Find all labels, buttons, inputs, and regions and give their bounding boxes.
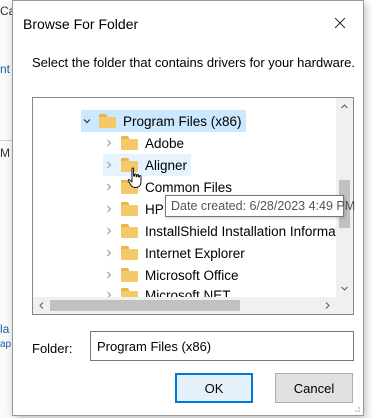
background-text-fragment: Ca <box>0 4 12 18</box>
tree-item-label: HP <box>145 201 164 217</box>
close-icon <box>334 17 346 29</box>
chevron-right-icon[interactable] <box>103 225 115 237</box>
folder-icon <box>99 114 116 128</box>
folder-icon <box>121 136 138 150</box>
background-text-fragment: nt <box>0 62 11 76</box>
folder-icon <box>121 224 138 238</box>
background-text-fragment: ap <box>0 339 12 350</box>
background-divider <box>0 140 12 141</box>
chevron-right-icon[interactable] <box>103 269 115 281</box>
tree-item-label: Adobe <box>145 135 185 151</box>
browse-for-folder-dialog: Browse For Folder Select the folder that… <box>12 0 364 416</box>
folder-label: Folder: <box>32 341 73 356</box>
chevron-right-icon[interactable] <box>103 137 115 149</box>
scroll-left-button[interactable] <box>33 297 50 314</box>
background-text-fragment: la <box>0 322 10 336</box>
close-button[interactable] <box>317 1 363 45</box>
chevron-right-icon[interactable] <box>103 247 115 259</box>
chevron-left-icon <box>39 302 44 309</box>
ok-button[interactable]: OK <box>175 373 253 403</box>
chevron-right-icon <box>325 302 330 309</box>
tree-item-adobe[interactable]: Adobe <box>103 132 184 154</box>
resize-grip-icon[interactable] <box>351 403 361 413</box>
scroll-up-button[interactable] <box>336 98 353 115</box>
title-bar[interactable]: Browse For Folder <box>13 1 363 45</box>
tree-item-internet-explorer[interactable]: Internet Explorer <box>103 242 245 264</box>
tree-item-installshield[interactable]: InstallShield Installation Informat <box>103 220 339 242</box>
chevron-down-icon[interactable] <box>81 115 93 127</box>
tree-item-hp[interactable]: HP <box>103 198 164 220</box>
chevron-right-icon[interactable] <box>103 181 115 193</box>
chevron-right-icon[interactable] <box>103 203 115 215</box>
tree-item-aligner[interactable]: Aligner <box>103 154 192 176</box>
background-window: Ca nt M la ap <box>0 0 12 418</box>
scrollbar-corner <box>336 297 353 314</box>
cancel-button[interactable]: Cancel <box>275 373 353 403</box>
chevron-up-icon <box>341 104 348 109</box>
date-created-tooltip: Date created: 6/28/2023 4:49 PM <box>165 195 355 217</box>
scroll-right-button[interactable] <box>319 297 336 314</box>
tree-item-program-files-x86[interactable]: Program Files (x86) <box>81 110 246 132</box>
chevron-right-icon[interactable] <box>103 159 115 171</box>
hand-pointer-icon <box>127 167 142 188</box>
dialog-title: Browse For Folder <box>23 16 139 32</box>
tree-item-label: Common Files <box>145 179 233 195</box>
scroll-down-button[interactable] <box>336 280 353 297</box>
tree-item-label: Program Files (x86) <box>123 113 242 129</box>
background-text-fragment: M <box>0 146 10 160</box>
tree-item-microsoft-office[interactable]: Microsoft Office <box>103 264 239 286</box>
tree-item-label: InstallShield Installation Informat <box>145 223 340 239</box>
folder-input[interactable] <box>90 331 354 361</box>
tree-item-label: Aligner <box>145 157 188 173</box>
chevron-down-icon <box>341 286 348 291</box>
folder-icon <box>121 202 138 216</box>
tree-item-label: Internet Explorer <box>145 245 245 261</box>
horizontal-scroll-thumb[interactable] <box>50 300 240 311</box>
folder-icon <box>121 268 138 282</box>
folder-icon <box>121 246 138 260</box>
tree-item-label: Microsoft Office <box>145 267 239 283</box>
horizontal-scrollbar[interactable] <box>33 297 336 314</box>
instruction-text: Select the folder that contains drivers … <box>32 55 355 70</box>
